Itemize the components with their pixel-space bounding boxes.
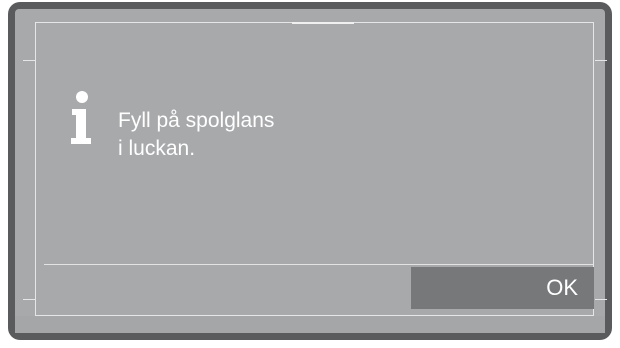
message-line-1: Fyll på spolglans — [118, 109, 275, 132]
screen-bottom-strip — [15, 316, 605, 333]
top-indicator — [292, 22, 354, 24]
right-top-tick — [595, 60, 607, 61]
left-top-tick — [23, 60, 35, 61]
button-divider — [44, 264, 594, 265]
display-screen: Fyll på spolglans i luckan. OK — [15, 9, 607, 333]
left-bottom-tick — [23, 299, 35, 300]
info-icon — [71, 91, 91, 144]
device-frame: Fyll på spolglans i luckan. OK — [8, 2, 612, 340]
dialog-message: Fyll på spolglans i luckan. — [118, 107, 274, 163]
message-line-2: i luckan. — [118, 137, 196, 160]
right-bottom-tick — [595, 299, 607, 300]
ok-button[interactable]: OK — [411, 267, 594, 309]
